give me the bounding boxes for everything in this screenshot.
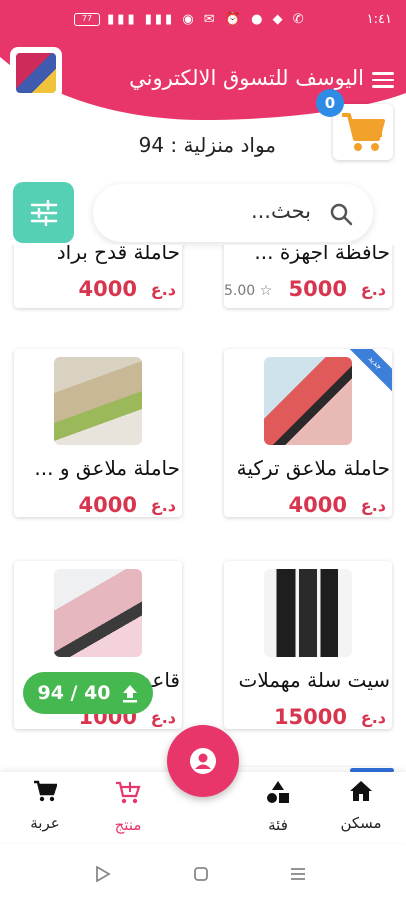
product-currency: د.ع: [150, 496, 176, 515]
product-price: 4000: [78, 493, 137, 517]
home-button-icon[interactable]: [193, 866, 209, 882]
nav-item-home[interactable]: مسكن: [326, 780, 396, 832]
sliders-icon: [30, 199, 57, 226]
category-count: مواد منزلية : 94: [138, 133, 276, 157]
upload-arrow-icon: [122, 685, 137, 703]
search-input[interactable]: بحث...: [251, 199, 311, 223]
cart-icon: [342, 113, 385, 151]
battery-indicator: 77: [74, 13, 100, 26]
system-navigation-bar: [0, 846, 406, 900]
filter-button[interactable]: [13, 182, 74, 243]
cart-icon: [34, 780, 58, 802]
profile-fab[interactable]: [167, 725, 239, 797]
status-icons: 77 ▮▮▮ ▮▮▮ ◉ ✉ ⏰ ● ◆ ✆: [74, 12, 307, 27]
cart-button[interactable]: [333, 104, 393, 160]
product-name: حاملة ملاعق تركية: [236, 456, 390, 480]
search-icon[interactable]: [329, 202, 353, 226]
product-card[interactable]: حاملة ملاعق و ... د.ع 4000: [14, 349, 182, 517]
recents-icon[interactable]: [290, 866, 306, 882]
star-icon: ☆: [259, 283, 273, 299]
nav-label: عربة: [30, 814, 60, 832]
nav-item-categories[interactable]: فئة: [243, 780, 313, 834]
nav-label: مسكن: [340, 814, 382, 832]
product-card[interactable]: جديد حاملة ملاعق تركية د.ع 4000: [224, 349, 392, 517]
product-rating: 5.00 ☆: [224, 283, 272, 299]
nav-item-products[interactable]: منتج: [93, 780, 163, 834]
home-icon: [350, 781, 372, 801]
cart-count-badge: 0: [316, 89, 344, 117]
product-name: حاملة ملاعق و ...: [34, 456, 180, 480]
store-logo[interactable]: [10, 47, 62, 99]
shapes-icon: [267, 781, 289, 803]
product-currency: د.ع: [360, 280, 386, 299]
product-price: 5000: [288, 277, 347, 301]
app-title: اليوسف للتسوق الالكتروني: [129, 66, 364, 90]
product-image: [54, 357, 142, 445]
progress-label: 94 / 40: [37, 682, 111, 704]
product-currency: د.ع: [360, 708, 386, 727]
nav-label: فئة: [268, 816, 288, 834]
product-currency: د.ع: [360, 496, 386, 515]
product-image: [264, 569, 352, 657]
product-image: [264, 357, 352, 445]
back-icon[interactable]: [95, 866, 111, 882]
product-name: سيت سلة مهملات: [238, 668, 390, 692]
user-icon: [190, 748, 216, 774]
nav-item-cart[interactable]: عربة: [10, 780, 80, 832]
rating-value: 5.00: [224, 283, 256, 299]
nav-label: منتج: [114, 816, 142, 834]
product-image: [54, 569, 142, 657]
add-cart-icon: [116, 781, 141, 804]
product-price: 15000: [273, 705, 347, 729]
product-price: 4000: [78, 277, 137, 301]
status-time: ١:٤١: [366, 12, 392, 27]
logo-image: [16, 53, 56, 93]
product-currency: د.ع: [150, 708, 176, 727]
product-price: 4000: [288, 493, 347, 517]
hamburger-icon[interactable]: [372, 72, 394, 88]
scroll-progress-pill[interactable]: 94 / 40: [23, 672, 153, 714]
product-currency: د.ع: [150, 280, 176, 299]
search-bar[interactable]: بحث...: [93, 184, 373, 242]
product-card[interactable]: حاملة قدح براد د.ع 4000: [14, 245, 182, 308]
product-card[interactable]: سيت سلة مهملات د.ع 15000: [224, 561, 392, 729]
product-name: حافظة اجهزة ...: [254, 245, 390, 264]
product-name: حاملة قدح براد: [56, 245, 180, 264]
status-bar: 77 ▮▮▮ ▮▮▮ ◉ ✉ ⏰ ● ◆ ✆ ١:٤١: [0, 0, 406, 40]
product-card[interactable]: حافظة اجهزة ... د.ع 5000 5.00 ☆: [224, 245, 392, 308]
